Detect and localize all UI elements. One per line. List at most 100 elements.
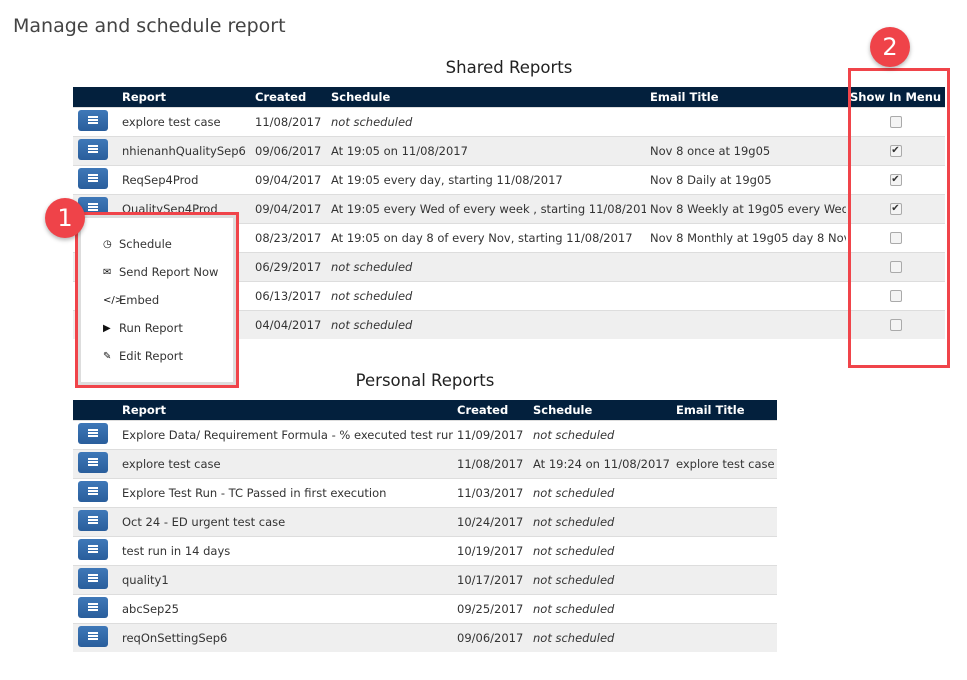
menu-item-edit-report[interactable]: ✎ Edit Report	[78, 342, 236, 370]
report-name: abcSep25	[118, 593, 453, 623]
row-menu-button[interactable]	[78, 480, 108, 502]
report-name: reqOnSettingSep6	[118, 622, 453, 652]
created-date: 09/06/2017	[251, 135, 327, 165]
col-schedule: Schedule	[327, 87, 646, 107]
email-title: Nov 8 Monthly at 19g05 day 8 Nov	[646, 222, 846, 252]
email-title: Nov 8 Daily at 19g05	[646, 164, 846, 194]
created-date: 06/13/2017	[251, 280, 327, 310]
schedule: not scheduled	[529, 622, 672, 652]
row-menu-button[interactable]	[78, 422, 108, 444]
page-title: Manage and schedule report	[13, 15, 286, 37]
schedule: not scheduled	[327, 280, 646, 310]
pencil-icon: ✎	[103, 350, 112, 362]
schedule: At 19:05 on day 8 of every Nov, starting…	[327, 222, 646, 252]
menu-item-label: Send Report Now	[119, 265, 219, 279]
row-menu-button[interactable]	[78, 167, 108, 189]
row-menu-cell	[73, 535, 118, 565]
created-date: 10/19/2017	[453, 535, 529, 565]
report-name: Explore Test Run - TC Passed in first ex…	[118, 477, 453, 507]
menu-item-label: Run Report	[119, 321, 183, 335]
report-action-menu: ◷ Schedule ✉ Send Report Now </> Embed ▶ Run Re…	[75, 212, 239, 388]
row-menu-cell	[73, 593, 118, 623]
row-menu-cell	[73, 419, 118, 449]
created-date: 09/25/2017	[453, 593, 529, 623]
row-menu-button[interactable]	[78, 538, 108, 560]
shared-reports-title: Shared Reports	[445, 58, 573, 77]
table-row: Explore Data/ Requirement Formula - % ex…	[73, 419, 777, 449]
schedule: not scheduled	[327, 106, 646, 136]
report-name: Oct 24 - ED urgent test case	[118, 506, 453, 536]
email-title	[672, 593, 777, 623]
row-menu-button[interactable]	[78, 138, 108, 160]
col-report: Report	[118, 87, 251, 107]
row-menu-button[interactable]	[78, 567, 108, 589]
schedule: At 19:05 every day, starting 11/08/2017	[327, 164, 646, 194]
menu-item-label: Edit Report	[119, 349, 184, 363]
schedule: At 19:05 every Wed of every week , start…	[327, 193, 646, 223]
col-schedule: Schedule	[529, 400, 672, 420]
email-title	[672, 506, 777, 536]
report-name: test run in 14 days	[118, 535, 453, 565]
menu-item-embed[interactable]: </> Embed	[78, 286, 236, 314]
row-menu-cell	[73, 448, 118, 478]
created-date: 04/04/2017	[251, 309, 327, 339]
created-date: 11/08/2017	[453, 448, 529, 478]
menu-item-send-report-now[interactable]: ✉ Send Report Now	[78, 258, 236, 286]
col-email-title: Email Title	[646, 87, 846, 107]
col-created: Created	[251, 87, 327, 107]
menu-item-run-report[interactable]: ▶ Run Report	[78, 314, 236, 342]
row-menu-cell	[73, 564, 118, 594]
callout-badge-1: 1	[45, 198, 85, 238]
table-row: ReqSep4Prod 09/04/2017 At 19:05 every day,…	[73, 164, 945, 194]
email-title	[672, 622, 777, 652]
schedule: not scheduled	[529, 535, 672, 565]
row-menu-cell	[73, 622, 118, 652]
table-row: nhienanhQualitySep6 09/06/2017 At 19:05 on…	[73, 135, 945, 165]
row-menu-button[interactable]	[78, 451, 108, 473]
email-title	[646, 251, 846, 281]
row-menu-cell	[73, 106, 118, 136]
email-title	[672, 535, 777, 565]
report-name: quality1	[118, 564, 453, 594]
show-in-menu-highlight	[848, 68, 950, 368]
table-row: explore test case 11/08/2017 not scheduled	[73, 106, 945, 136]
created-date: 11/08/2017	[251, 106, 327, 136]
row-menu-cell	[73, 135, 118, 165]
schedule: not scheduled	[529, 419, 672, 449]
col-created: Created	[453, 400, 529, 420]
schedule: At 19:24 on 11/08/2017	[529, 448, 672, 478]
schedule: At 19:05 on 11/08/2017	[327, 135, 646, 165]
menu-item-schedule[interactable]: ◷ Schedule	[78, 230, 236, 258]
created-date: 11/09/2017	[453, 419, 529, 449]
report-name: explore test case	[118, 448, 453, 478]
table-row: explore test case 11/08/2017 At 19:24 on 1…	[73, 448, 777, 478]
created-date: 10/17/2017	[453, 564, 529, 594]
personal-reports-table: Report Created Schedule Email Title Expl…	[73, 400, 777, 652]
row-menu-button[interactable]	[78, 109, 108, 131]
table-row: Explore Test Run - TC Passed in first ex…	[73, 477, 777, 507]
table-header: Report Created Schedule Email Title	[73, 400, 777, 420]
created-date: 08/23/2017	[251, 222, 327, 252]
report-name: ReqSep4Prod	[118, 164, 251, 194]
col-report: Report	[118, 400, 453, 420]
email-title	[672, 564, 777, 594]
report-name: explore test case	[118, 106, 251, 136]
email-title: Nov 8 Weekly at 19g05 every Wed	[646, 193, 846, 223]
schedule: not scheduled	[327, 251, 646, 281]
email-title	[646, 280, 846, 310]
row-menu-button[interactable]	[78, 509, 108, 531]
email-title	[672, 419, 777, 449]
schedule: not scheduled	[327, 309, 646, 339]
row-menu-button[interactable]	[78, 596, 108, 618]
email-title	[646, 309, 846, 339]
col-email-title: Email Title	[672, 400, 777, 420]
row-menu-cell	[73, 506, 118, 536]
row-menu-cell	[73, 477, 118, 507]
created-date: 10/24/2017	[453, 506, 529, 536]
table-header: Report Created Schedule Email Title Show…	[73, 87, 945, 107]
row-menu-button[interactable]	[78, 625, 108, 647]
report-name: Explore Data/ Requirement Formula - % ex…	[118, 419, 453, 449]
email-title	[646, 106, 846, 136]
email-title: explore test case	[672, 448, 777, 478]
envelope-icon: ✉	[103, 266, 112, 278]
